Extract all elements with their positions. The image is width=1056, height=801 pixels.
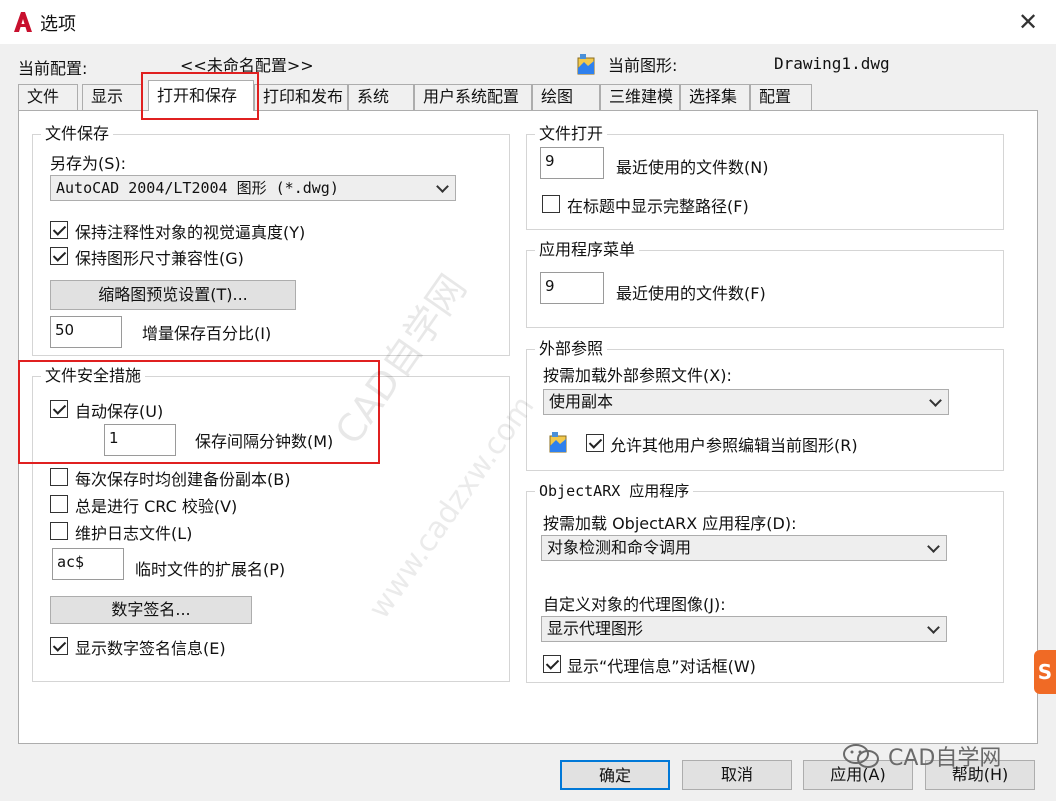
show-proxy-dialog-label: 显示“代理信息”对话框(W) [567,657,756,676]
crc-check-label: 总是进行 CRC 校验(V) [75,497,238,516]
temp-extension-label: 临时文件的扩展名(P) [135,560,286,579]
allow-xref-edit-label: 允许其他用户参照编辑当前图形(R) [610,436,858,455]
digital-signature-button[interactable]: 数字签名... [50,596,252,624]
ok-button[interactable]: 确定 [560,760,670,790]
keep-annotative-checkbox[interactable] [50,221,68,239]
full-path-checkbox[interactable] [542,195,560,213]
title-bar: 选项 ✕ [0,0,1056,44]
file-open-title: 文件打开 [535,123,608,145]
file-save-title: 文件保存 [41,123,114,145]
chevron-down-icon [927,621,940,634]
log-file-label: 维护日志文件(L) [75,524,193,543]
wechat-watermark: CAD自学网 [842,740,1001,772]
xref-demand-load-dropdown[interactable]: 使用副本 [543,389,949,415]
autocad-logo-icon [14,12,32,32]
tab-drafting[interactable]: 绘图 [532,84,600,110]
app-menu-recent-input[interactable]: 9 [540,272,604,304]
drawing-file-icon [577,54,595,75]
application-menu-title: 应用程序菜单 [535,239,640,261]
keep-drawing-size-label: 保持图形尺寸兼容性(G) [75,249,244,268]
recent-files-count-input[interactable]: 9 [540,147,604,179]
side-badge-icon: S [1034,650,1056,694]
allow-xref-edit-checkbox[interactable] [586,434,604,452]
xref-demand-load-label: 按需加载外部参照文件(X): [543,366,732,385]
objectarx-demand-load-dropdown[interactable]: 对象检测和命令调用 [541,535,947,561]
chevron-down-icon [436,180,449,193]
xref-demand-load-value: 使用副本 [549,392,614,411]
objectarx-demand-load-label: 按需加载 ObjectARX 应用程序(D): [543,514,797,533]
xref-title: 外部参照 [535,338,608,360]
chevron-down-icon [927,540,940,553]
window-title: 选项 [40,14,76,35]
show-proxy-dialog-checkbox[interactable] [543,655,561,673]
tab-system[interactable]: 系统 [348,84,414,110]
show-signature-checkbox[interactable] [50,637,68,655]
tab-user-preferences[interactable]: 用户系统配置 [414,84,532,110]
log-file-checkbox[interactable] [50,522,68,540]
keep-annotative-label: 保持注释性对象的视觉逼真度(Y) [75,223,306,242]
tab-3d-modeling[interactable]: 三维建模 [600,84,680,110]
backup-copy-checkbox[interactable] [50,468,68,486]
wechat-icon [843,744,879,768]
backup-copy-label: 每次保存时均创建备份副本(B) [75,470,291,489]
close-button[interactable]: ✕ [1014,8,1042,36]
drawing-file-icon [549,432,567,453]
objectarx-title: ObjectARX 应用程序 [535,480,694,502]
proxy-images-dropdown[interactable]: 显示代理图形 [541,616,947,642]
objectarx-demand-load-value: 对象检测和命令调用 [547,538,692,557]
incremental-save-input[interactable]: 50 [50,316,122,348]
cancel-button[interactable]: 取消 [682,760,792,790]
app-menu-recent-label: 最近使用的文件数(F) [616,284,766,303]
tab-selection[interactable]: 选择集 [680,84,750,110]
thumbnail-settings-button[interactable]: 缩略图预览设置(T)... [50,280,296,310]
incremental-save-label: 增量保存百分比(I) [142,324,272,343]
current-drawing-label: 当前图形: [608,56,678,75]
tab-strip: 文件 显示 打开和保存 打印和发布 系统 用户系统配置 绘图 三维建模 选择集 … [18,80,812,111]
keep-drawing-size-checkbox[interactable] [50,247,68,265]
proxy-images-label: 自定义对象的代理图像(J): [543,595,726,614]
chevron-down-icon [929,394,942,407]
tab-highlight-annotation [141,72,259,120]
recent-files-count-label: 最近使用的文件数(N) [616,158,769,177]
tab-files[interactable]: 文件 [18,84,78,110]
current-drawing-value: Drawing1.dwg [774,54,890,73]
wechat-watermark-text: CAD自学网 [888,746,1002,771]
crc-check-checkbox[interactable] [50,495,68,513]
current-profile-label: 当前配置: [18,59,88,78]
save-as-dropdown[interactable]: AutoCAD 2004/LT2004 图形 (*.dwg) [50,175,456,201]
full-path-label: 在标题中显示完整路径(F) [567,197,749,216]
show-signature-label: 显示数字签名信息(E) [75,639,226,658]
save-as-value: AutoCAD 2004/LT2004 图形 (*.dwg) [56,179,339,197]
save-as-label: 另存为(S): [50,154,127,173]
temp-extension-input[interactable]: ac$ [52,548,124,580]
tab-display[interactable]: 显示 [82,84,142,110]
proxy-images-value: 显示代理图形 [547,619,644,638]
tab-plot-and-publish[interactable]: 打印和发布 [254,84,348,110]
tab-profiles[interactable]: 配置 [750,84,812,110]
